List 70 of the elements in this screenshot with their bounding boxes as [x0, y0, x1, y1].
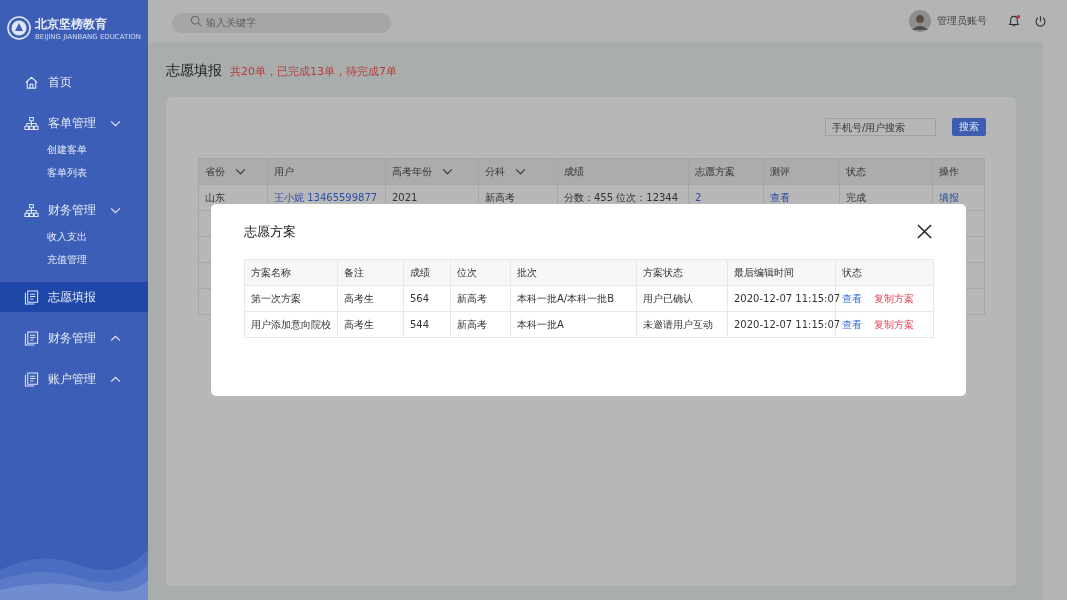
search-icon [190, 15, 202, 27]
power-icon[interactable] [1034, 14, 1047, 28]
table-cell: 544 [403, 311, 451, 338]
hierarchy-icon [24, 115, 39, 131]
nav-subitem[interactable]: 创建客单 [47, 138, 148, 161]
copy-link[interactable]: 复制方案 [874, 291, 914, 306]
nav-subitem[interactable]: 收入支出 [47, 225, 148, 248]
logo-name: 北京坚榜教育 [34, 15, 108, 33]
column-header: 操作 [932, 158, 985, 185]
nav-subitem[interactable]: 客单列表 [47, 161, 148, 184]
table-cell: 新高考 [450, 311, 511, 338]
column-header: 备注 [337, 259, 404, 286]
document-icon [24, 330, 39, 346]
nav-item[interactable]: 账户管理 [0, 364, 148, 394]
table-cell: 新高考 [450, 285, 511, 312]
column-header: 位次 [450, 259, 511, 286]
search-button[interactable]: 搜索 [952, 118, 986, 136]
chevron-up-icon [110, 375, 121, 383]
column-header: 成绩 [403, 259, 451, 286]
document-icon [24, 289, 39, 305]
phone-search-field[interactable]: 手机号/用户搜索 [825, 118, 936, 136]
home-icon [24, 74, 39, 90]
column-header: 分科 [478, 158, 558, 185]
column-header: 方案状态 [636, 259, 728, 286]
user-name[interactable]: 管理员账号 [937, 14, 987, 28]
column-header: 用户 [267, 158, 386, 185]
table-cell: 本科一批A [510, 311, 637, 338]
table-cell: 564 [403, 285, 451, 312]
copy-link[interactable]: 复制方案 [874, 317, 914, 332]
chevron-up-icon [110, 334, 121, 342]
table-cell: 高考生 [337, 311, 404, 338]
chevron-down-icon [110, 119, 121, 127]
column-header: 成绩 [557, 158, 689, 185]
chevron-down-icon[interactable] [235, 168, 246, 175]
table-cell: 用户已确认 [636, 285, 728, 312]
chevron-down-icon [110, 206, 121, 214]
nav-item[interactable]: 志愿填报 [0, 282, 148, 312]
search-field[interactable]: 输入关键字 [172, 12, 391, 33]
column-header: 状态 [835, 259, 934, 286]
column-header: 最后编辑时间 [727, 259, 836, 286]
column-header: 方案名称 [244, 259, 338, 286]
view-link[interactable]: 查看 [842, 291, 862, 306]
close-icon[interactable] [917, 224, 932, 239]
dialog-title: 志愿方案 [244, 222, 296, 241]
table-cell: 第一次方案 [244, 285, 338, 312]
nav-item[interactable]: 财务管理 [0, 195, 148, 225]
column-header: 高考年份 [385, 158, 479, 185]
nav-subitem[interactable]: 充值管理 [47, 248, 148, 271]
column-header: 志愿方案 [688, 158, 764, 185]
hierarchy-icon [24, 202, 39, 218]
notification-icon[interactable] [1007, 14, 1021, 28]
column-header: 测评 [763, 158, 840, 185]
table-cell: 本科一批A/本科一批B [510, 285, 637, 312]
nav-item[interactable]: 首页 [0, 67, 148, 97]
view-link[interactable]: 查看 [842, 317, 862, 332]
logo-emblem-icon [6, 16, 31, 40]
page-title: 志愿填报 [166, 62, 222, 80]
column-header: 省份 [198, 158, 268, 185]
table-cell: 未邀请用户互动 [636, 311, 728, 338]
avatar[interactable] [909, 10, 931, 32]
column-header: 状态 [839, 158, 933, 185]
nav-item[interactable]: 客单管理 [0, 108, 148, 138]
chevron-down-icon[interactable] [515, 168, 526, 175]
table-cell: 高考生 [337, 285, 404, 312]
document-icon [24, 371, 39, 387]
chevron-down-icon[interactable] [442, 168, 453, 175]
nav-item[interactable]: 财务管理 [0, 323, 148, 353]
table-cell: 用户添加意向院校 [244, 311, 338, 338]
page-summary: 共20单，已完成13单，待完成7单 [230, 64, 397, 79]
column-header: 批次 [510, 259, 637, 286]
